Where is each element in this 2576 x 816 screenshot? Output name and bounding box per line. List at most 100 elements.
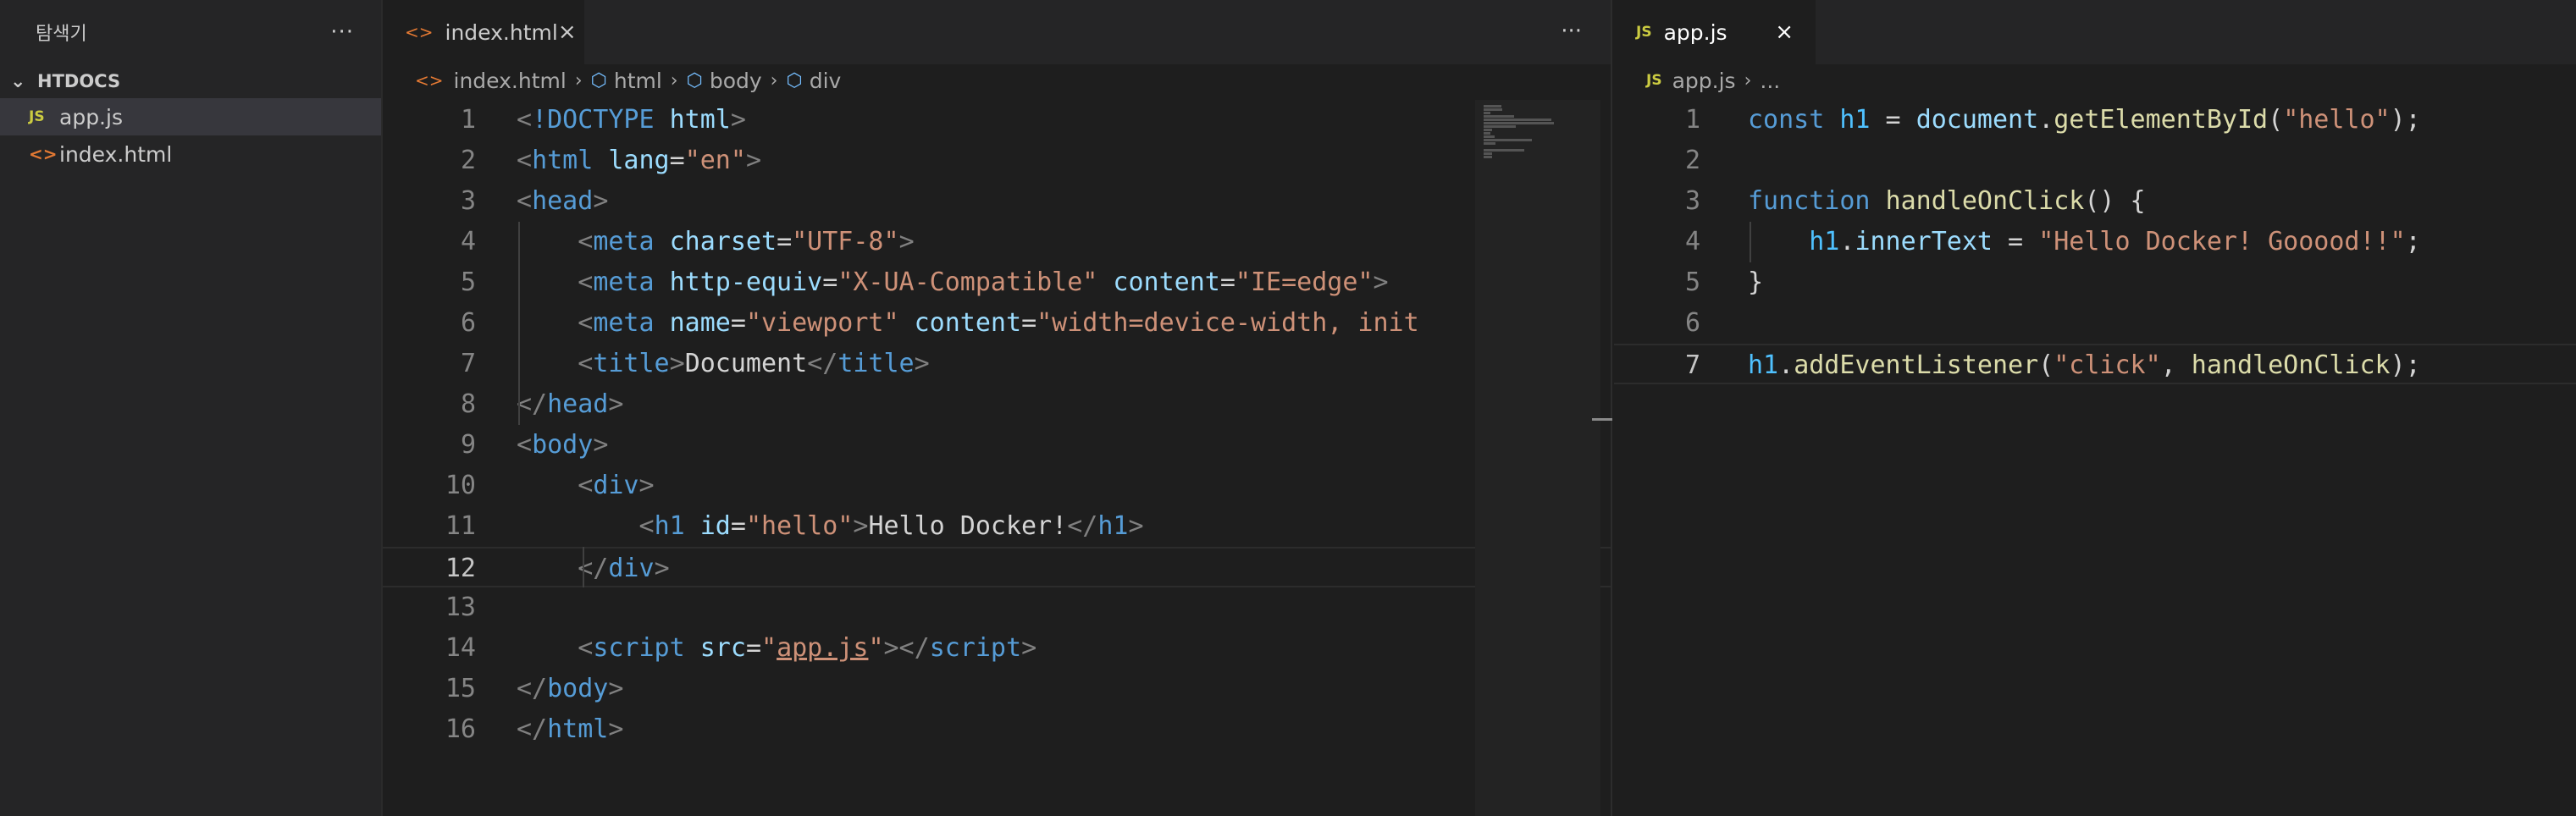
code-token: >	[730, 105, 746, 135]
code-token: body	[547, 674, 609, 703]
code-token: h1	[1839, 105, 1871, 135]
more-actions-icon[interactable]: ···	[1561, 19, 1582, 44]
code-token: (	[2268, 105, 2284, 135]
code-line[interactable]: 14 <script src="app.js"></script>	[383, 628, 1611, 669]
code-token: >	[898, 227, 915, 256]
code-token: h1	[654, 511, 685, 541]
chevron-right-icon: ›	[670, 69, 678, 91]
tab-label: app.js	[1663, 19, 1727, 45]
indent-guide	[583, 547, 584, 587]
code-token: http-equiv	[669, 267, 823, 297]
close-icon[interactable]: ×	[1775, 19, 1794, 45]
code-token: const	[1748, 105, 1825, 135]
folder-htdocs[interactable]: ⌄ HTDOCS	[0, 64, 381, 98]
code-token: =	[745, 633, 761, 663]
breadcrumb-item[interactable]: index.html	[454, 69, 567, 93]
code-line[interactable]: 2 <html lang="en">	[383, 141, 1611, 181]
line-number: 16	[445, 714, 476, 744]
code-token: "	[761, 633, 777, 663]
code-token: =	[730, 511, 746, 541]
folder-name: HTDOCS	[37, 71, 121, 91]
element-cube-icon: ⬡	[590, 69, 607, 91]
breadcrumb: <> index.html › ⬡ html › ⬡ body › ⬡ div	[383, 64, 1611, 96]
code-token: >	[593, 430, 609, 460]
code-token: =	[777, 227, 793, 256]
breadcrumb-item[interactable]: html	[614, 69, 662, 93]
code-text: <h1 id="hello">Hello Docker!</h1>	[517, 506, 1144, 547]
minimap-line	[1484, 149, 1524, 152]
more-actions-icon[interactable]: ···	[330, 21, 354, 43]
minimap-line	[1484, 142, 1495, 145]
code-token: charset	[669, 227, 777, 256]
breadcrumb-item[interactable]: app.js	[1672, 69, 1736, 93]
breadcrumb-item[interactable]: body	[710, 69, 762, 93]
code-line[interactable]: 4 <meta charset="UTF-8">	[383, 222, 1611, 262]
code-token: "hello"	[745, 511, 854, 541]
code-line[interactable]: 16 </html>	[383, 709, 1611, 750]
line-number: 4	[460, 227, 476, 256]
code-line[interactable]: 6 <meta name="viewport" content="width=d…	[383, 303, 1611, 344]
minimap-line	[1484, 135, 1495, 138]
code-token: handleOnClick	[1885, 186, 2085, 216]
code-line[interactable]: 4 h1.innerText = "Hello Docker! Gooood!!…	[1614, 222, 2576, 262]
code-text: <title>Document</title>	[517, 344, 929, 384]
code-token: title	[593, 349, 670, 378]
line-number: 6	[1684, 308, 1700, 338]
minimap[interactable]	[1475, 100, 1600, 816]
code-token: div	[593, 471, 639, 500]
chevron-right-icon: ›	[1744, 69, 1752, 91]
breadcrumb-item[interactable]: div	[810, 69, 842, 93]
file-item-index-html[interactable]: <> index.html	[0, 135, 381, 173]
code-token: >	[1373, 267, 1389, 297]
breadcrumb: JS app.js › ...	[1614, 64, 2576, 96]
code-token: <	[578, 308, 594, 338]
code-line[interactable]: 12 </div>	[383, 547, 1611, 587]
code-token: meta	[593, 227, 655, 256]
code-line[interactable]: 2	[1614, 141, 2576, 181]
code-editor-js[interactable]: 1 const h1 = document.getElementById("hel…	[1614, 100, 2576, 384]
code-line[interactable]: 1 const h1 = document.getElementById("hel…	[1614, 100, 2576, 141]
code-line[interactable]: 13	[383, 587, 1611, 628]
scrollbar-cursor-marker	[1592, 418, 1612, 421]
code-line[interactable]: 5}	[1614, 262, 2576, 303]
code-line[interactable]: 15 </body>	[383, 669, 1611, 709]
tab-bar: JS app.js ×	[1614, 0, 2576, 64]
minimap-line	[1484, 105, 1501, 108]
code-token: !DOCTYPE	[532, 105, 655, 135]
code-token: >	[1021, 633, 1037, 663]
line-number: 3	[460, 186, 476, 216]
explorer-title: 탐색기	[36, 24, 87, 45]
code-line[interactable]: 10 <div>	[383, 466, 1611, 506]
code-line[interactable]: 5 <meta http-equiv="X-UA-Compatible" con…	[383, 262, 1611, 303]
element-cube-icon: ⬡	[786, 69, 803, 91]
code-line[interactable]: 1 <!DOCTYPE html>	[383, 100, 1611, 141]
code-token: meta	[593, 308, 655, 338]
code-line[interactable]: 7 <title>Document</title>	[383, 344, 1611, 384]
close-icon[interactable]: ×	[558, 19, 577, 45]
code-line[interactable]: 7 h1.addEventListener("click", handleOnCl…	[1614, 344, 2576, 384]
code-token: .	[1778, 350, 1794, 380]
breadcrumb-item[interactable]: ...	[1760, 69, 1780, 93]
code-line[interactable]: 11 <h1 id="hello">Hello Docker!</h1>	[383, 506, 1611, 547]
code-line[interactable]: 8 </head>	[383, 384, 1611, 425]
code-token: name	[669, 308, 731, 338]
code-token: <	[517, 430, 533, 460]
code-line[interactable]: 3 function handleOnClick() {	[1614, 181, 2576, 222]
code-editor-html[interactable]: 1 <!DOCTYPE html> 2 <html lang="en"> 3 <head>…	[383, 100, 1611, 750]
tab-app-js[interactable]: JS app.js ×	[1614, 0, 1816, 64]
file-item-app-js[interactable]: JS app.js	[0, 98, 381, 135]
tab-index-html[interactable]: <> index.html ×	[383, 0, 584, 64]
code-line[interactable]: 9 <body>	[383, 425, 1611, 466]
code-text: h1.addEventListener("click", handleOnCli…	[1748, 345, 2421, 386]
code-token: "X-UA-Compatible"	[837, 267, 1098, 297]
code-token: addEventListener	[1794, 350, 2039, 380]
code-line[interactable]: 6	[1614, 303, 2576, 344]
minimap-line	[1484, 129, 1492, 131]
code-token: html	[547, 714, 609, 744]
code-line[interactable]: 3 <head>	[383, 181, 1611, 222]
